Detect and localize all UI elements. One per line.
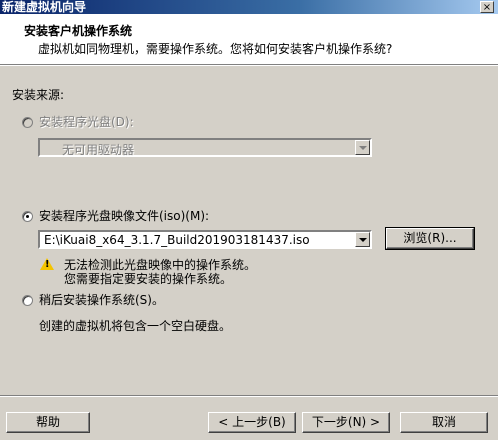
new-vm-wizard-window: 新建虚拟机向导 × 安装客户机操作系统 虚拟机如同物理机，需要操作系统。您将如何…: [0, 0, 498, 440]
help-button[interactable]: 帮助: [6, 412, 90, 433]
iso-dropdown-button[interactable]: [355, 232, 370, 247]
page-title: 安装客户机操作系统: [24, 24, 133, 38]
iso-radio[interactable]: [22, 211, 33, 222]
page-subtitle: 虚拟机如同物理机，需要操作系统。您将如何安装客户机操作系统?: [38, 42, 393, 56]
iso-path-value: E:\iKuai8_x64_3.1.7_Build201903181437.is…: [44, 233, 310, 247]
radio-selected-dot: [26, 215, 29, 218]
install-later-radio[interactable]: [22, 295, 33, 306]
install-later-description: 创建的虚拟机将包含一个空白硬盘。: [39, 319, 232, 333]
window-title: 新建虚拟机向导: [2, 0, 87, 14]
warning-line-2: 您需要指定要安装的操作系统。: [64, 272, 233, 286]
iso-option-label: 安装程序光盘映像文件(iso)(M):: [39, 209, 210, 223]
chevron-down-icon: [359, 238, 367, 242]
header-divider: [0, 65, 498, 66]
disc-option-label: 安装程序光盘(D):: [39, 115, 134, 129]
disc-radio[interactable]: [22, 117, 33, 128]
cancel-button[interactable]: 取消: [400, 412, 488, 433]
footer-divider: [0, 395, 498, 397]
close-button[interactable]: ×: [480, 1, 494, 13]
next-button[interactable]: 下一步(N) >: [302, 412, 390, 433]
drive-dropdown-button[interactable]: [355, 140, 370, 155]
drive-select[interactable]: 无可用驱动器: [38, 138, 372, 157]
install-source-label: 安装来源:: [12, 88, 65, 102]
wizard-header: 安装客户机操作系统 虚拟机如同物理机，需要操作系统。您将如何安装客户机操作系统?: [0, 14, 498, 65]
browse-button[interactable]: 浏览(R)...: [385, 227, 475, 250]
iso-path-input[interactable]: E:\iKuai8_x64_3.1.7_Build201903181437.is…: [38, 230, 372, 249]
warning-icon-mark: !: [45, 259, 50, 270]
chevron-down-icon: [359, 146, 367, 150]
install-later-label: 稍后安装操作系统(S)。: [39, 293, 164, 307]
title-bar: 新建虚拟机向导 ×: [0, 0, 498, 14]
drive-select-value: 无可用驱动器: [62, 143, 135, 157]
back-button[interactable]: < 上一步(B): [208, 412, 296, 433]
